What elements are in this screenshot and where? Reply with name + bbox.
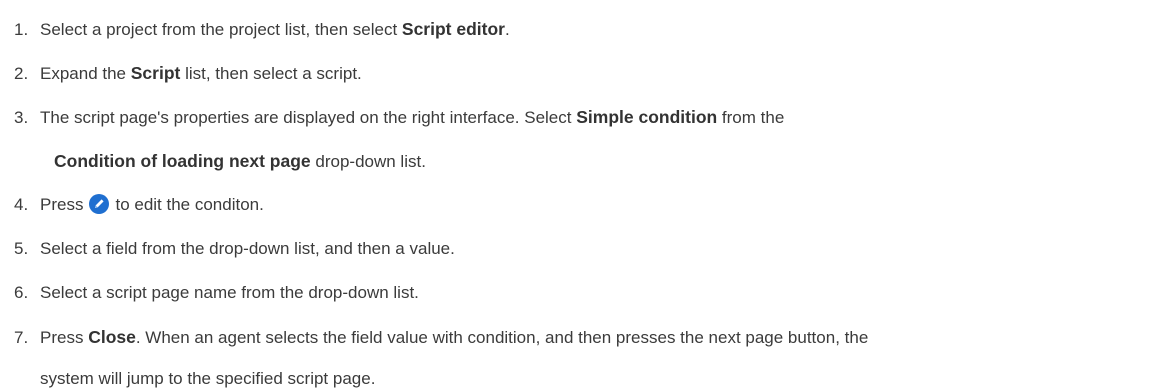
step-2: 2. Expand the Script list, then select a … (14, 62, 1154, 85)
step-7-continuation: system will jump to the specified script… (40, 368, 375, 390)
step-6: 6. Select a script page name from the dro… (14, 282, 1154, 304)
step-text: . (504, 20, 510, 39)
step-3: 3. The script page's properties are displ… (14, 106, 1154, 171)
step-5: 5. Select a field from the drop-down list… (14, 238, 1154, 260)
step-text: Press (40, 195, 84, 214)
ui-term-close: Close (88, 327, 136, 347)
step-text: Select a script page name from the drop-… (40, 283, 419, 302)
step-text: from the (717, 108, 785, 127)
step-text: drop-down list. (310, 152, 426, 171)
step-3-continuation: Condition of loading next page drop-down… (54, 150, 426, 173)
step-number: 6. (14, 283, 29, 302)
step-text: . When an agent selects the field value … (135, 328, 869, 347)
step-number: 2. (14, 64, 29, 83)
ui-term-condition-of-loading-next-page: Condition of loading next page (54, 151, 311, 171)
step-text: Press (40, 328, 89, 347)
step-7: 7. Press Close. When an agent selects the… (14, 326, 1154, 388)
step-text: Expand the (40, 64, 131, 83)
edit-pencil-icon (89, 194, 110, 214)
step-text: list, then select a script. (180, 64, 362, 83)
step-text: The script page's properties are display… (40, 108, 577, 127)
ui-term-simple-condition: Simple condition (576, 107, 718, 127)
step-number: 5. (14, 239, 29, 258)
ui-term-script-editor: Script editor (401, 19, 505, 39)
step-text: Select a project from the project list, … (40, 20, 402, 39)
step-number: 4. (14, 195, 29, 214)
step-number: 7. (14, 328, 29, 347)
step-4: 4. Press to edit the conditon. (14, 194, 1154, 216)
step-number: 3. (14, 108, 29, 127)
step-text: Select a field from the drop-down list, … (40, 239, 455, 258)
ui-term-script: Script (130, 63, 181, 83)
step-text: to edit the conditon. (115, 195, 264, 214)
step-text: system will jump to the specified script… (40, 369, 376, 388)
step-number: 1. (14, 20, 29, 39)
step-1: 1. Select a project from the project list… (14, 18, 1154, 41)
